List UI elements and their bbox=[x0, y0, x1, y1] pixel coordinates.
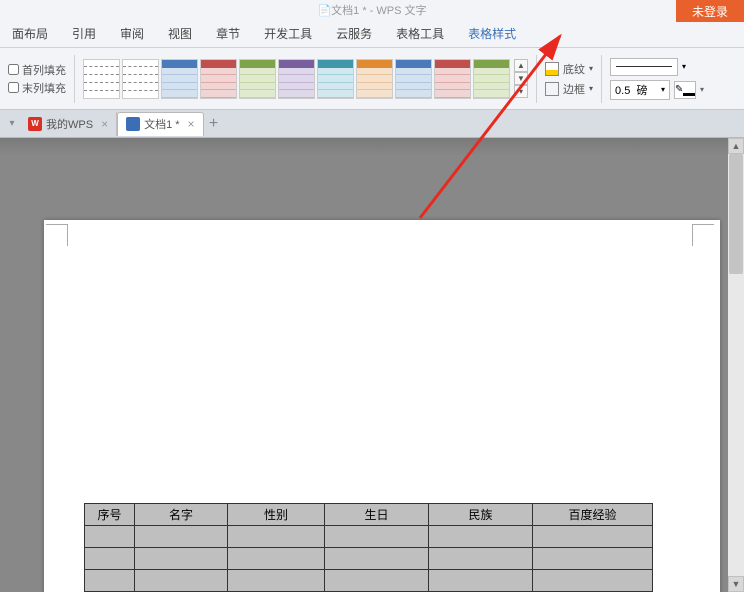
last-col-fill-option[interactable]: 末列填充 bbox=[8, 80, 66, 96]
header-cell[interactable]: 百度经验 bbox=[533, 504, 653, 526]
border-width-select[interactable]: 0.5 磅 ▾ bbox=[610, 80, 670, 100]
add-tab-button[interactable]: + bbox=[204, 115, 224, 133]
style-orange[interactable] bbox=[356, 59, 393, 99]
color-bar bbox=[683, 93, 695, 96]
chevron-down-icon: ▾ bbox=[661, 85, 665, 94]
style-green[interactable] bbox=[239, 59, 276, 99]
doc-icon: 📄 bbox=[317, 4, 331, 17]
gallery-up-icon[interactable]: ▲ bbox=[514, 59, 528, 72]
border-icon bbox=[545, 82, 559, 96]
scroll-up-icon[interactable]: ▲ bbox=[728, 138, 744, 154]
scroll-down-icon[interactable]: ▼ bbox=[728, 576, 744, 592]
border-line-style[interactable]: ▾ bbox=[610, 58, 704, 76]
fill-options-group: 首列填充 末列填充 bbox=[8, 62, 66, 96]
separator bbox=[74, 55, 75, 103]
gallery-scroll: ▲ ▼ ▾ bbox=[514, 59, 528, 98]
header-cell[interactable]: 性别 bbox=[228, 504, 325, 526]
header-cell[interactable]: 民族 bbox=[429, 504, 533, 526]
style-teal[interactable] bbox=[317, 59, 354, 99]
tab-nav-down-icon[interactable]: ▾ bbox=[4, 116, 20, 132]
table-row[interactable] bbox=[85, 526, 653, 548]
tab-wps-home[interactable]: W 我的WPS × bbox=[20, 112, 117, 136]
style-plain-1[interactable] bbox=[83, 59, 120, 99]
table-row[interactable] bbox=[85, 548, 653, 570]
menu-devtools[interactable]: 开发工具 bbox=[252, 19, 324, 48]
header-cell[interactable]: 名字 bbox=[135, 504, 228, 526]
menu-bar: 面布局 引用 审阅 视图 章节 开发工具 云服务 表格工具 表格样式 bbox=[0, 20, 744, 48]
tab-doc1[interactable]: 文档1 * × bbox=[117, 112, 203, 136]
gallery-down-icon[interactable]: ▼ bbox=[514, 72, 528, 85]
line-style-preview bbox=[610, 58, 678, 76]
chevron-down-icon: ▾ bbox=[589, 64, 593, 73]
login-button[interactable]: 未登录 bbox=[676, 0, 744, 22]
style-red[interactable] bbox=[200, 59, 237, 99]
scroll-thumb[interactable] bbox=[729, 154, 743, 274]
menu-review[interactable]: 审阅 bbox=[108, 19, 156, 48]
style-green-2[interactable] bbox=[473, 59, 510, 99]
menu-references[interactable]: 引用 bbox=[60, 19, 108, 48]
document-icon bbox=[126, 117, 140, 131]
chevron-down-icon: ▾ bbox=[589, 84, 593, 93]
first-col-fill-option[interactable]: 首列填充 bbox=[8, 62, 66, 78]
document-table[interactable]: 序号 名字 性别 生日 民族 百度经验 bbox=[84, 503, 653, 592]
menu-table-style[interactable]: 表格样式 bbox=[456, 19, 528, 48]
tab-label: 我的WPS bbox=[46, 116, 93, 132]
gallery-more-icon[interactable]: ▾ bbox=[514, 85, 528, 98]
menu-layout[interactable]: 面布局 bbox=[0, 19, 60, 48]
table-style-gallery: ▲ ▼ ▾ bbox=[83, 59, 528, 99]
close-icon[interactable]: × bbox=[188, 117, 195, 131]
table-row[interactable] bbox=[85, 570, 653, 592]
close-icon[interactable]: × bbox=[101, 117, 108, 131]
border-shading-group: 底纹 ▾ 边框 ▾ bbox=[545, 61, 593, 97]
document-tab-bar: ▾ W 我的WPS × 文档1 * × + bbox=[0, 110, 744, 138]
style-purple[interactable] bbox=[278, 59, 315, 99]
shading-label: 底纹 bbox=[563, 61, 585, 77]
title-bar: 📄 文档1 * - WPS 文字 bbox=[0, 0, 744, 20]
border-button[interactable]: 边框 ▾ bbox=[545, 81, 593, 97]
separator bbox=[536, 55, 537, 103]
tab-label: 文档1 * bbox=[144, 116, 179, 132]
margin-corner bbox=[46, 224, 68, 246]
last-col-fill-checkbox[interactable] bbox=[8, 82, 19, 93]
wps-icon: W bbox=[28, 117, 42, 131]
border-style-group: ▾ 0.5 磅 ▾ ✎ ▾ bbox=[610, 58, 704, 100]
style-blue[interactable] bbox=[161, 59, 198, 99]
header-cell[interactable]: 生日 bbox=[325, 504, 429, 526]
menu-cloud[interactable]: 云服务 bbox=[324, 19, 384, 48]
ribbon: 首列填充 末列填充 bbox=[0, 48, 744, 110]
style-plain-2[interactable] bbox=[122, 59, 159, 99]
border-label: 边框 bbox=[563, 81, 585, 97]
shading-icon bbox=[545, 62, 559, 76]
margin-corner bbox=[692, 224, 714, 246]
document-area: 序号 名字 性别 生日 民族 百度经验 ▲ ▼ bbox=[0, 138, 744, 592]
table-header-row[interactable]: 序号 名字 性别 生日 民族 百度经验 bbox=[85, 504, 653, 526]
menu-table-tools[interactable]: 表格工具 bbox=[384, 19, 456, 48]
shading-button[interactable]: 底纹 ▾ bbox=[545, 61, 593, 77]
menu-sections[interactable]: 章节 bbox=[204, 19, 252, 48]
first-col-fill-checkbox[interactable] bbox=[8, 64, 19, 75]
style-red-2[interactable] bbox=[434, 59, 471, 99]
chevron-down-icon: ▾ bbox=[682, 62, 686, 71]
doc-title: 文档1 * - WPS 文字 bbox=[331, 2, 426, 18]
vertical-scrollbar[interactable]: ▲ ▼ bbox=[728, 138, 744, 592]
pen-icon: ✎ bbox=[675, 84, 683, 95]
chevron-down-icon[interactable]: ▾ bbox=[700, 85, 704, 94]
border-width-unit: 磅 bbox=[636, 85, 647, 97]
style-blue-2[interactable] bbox=[395, 59, 432, 99]
pen-color-button[interactable]: ✎ bbox=[674, 81, 696, 99]
first-col-fill-label: 首列填充 bbox=[22, 62, 66, 78]
menu-view[interactable]: 视图 bbox=[156, 19, 204, 48]
separator bbox=[601, 55, 602, 103]
header-cell[interactable]: 序号 bbox=[85, 504, 135, 526]
border-width-value: 0.5 bbox=[615, 85, 630, 97]
last-col-fill-label: 末列填充 bbox=[22, 80, 66, 96]
